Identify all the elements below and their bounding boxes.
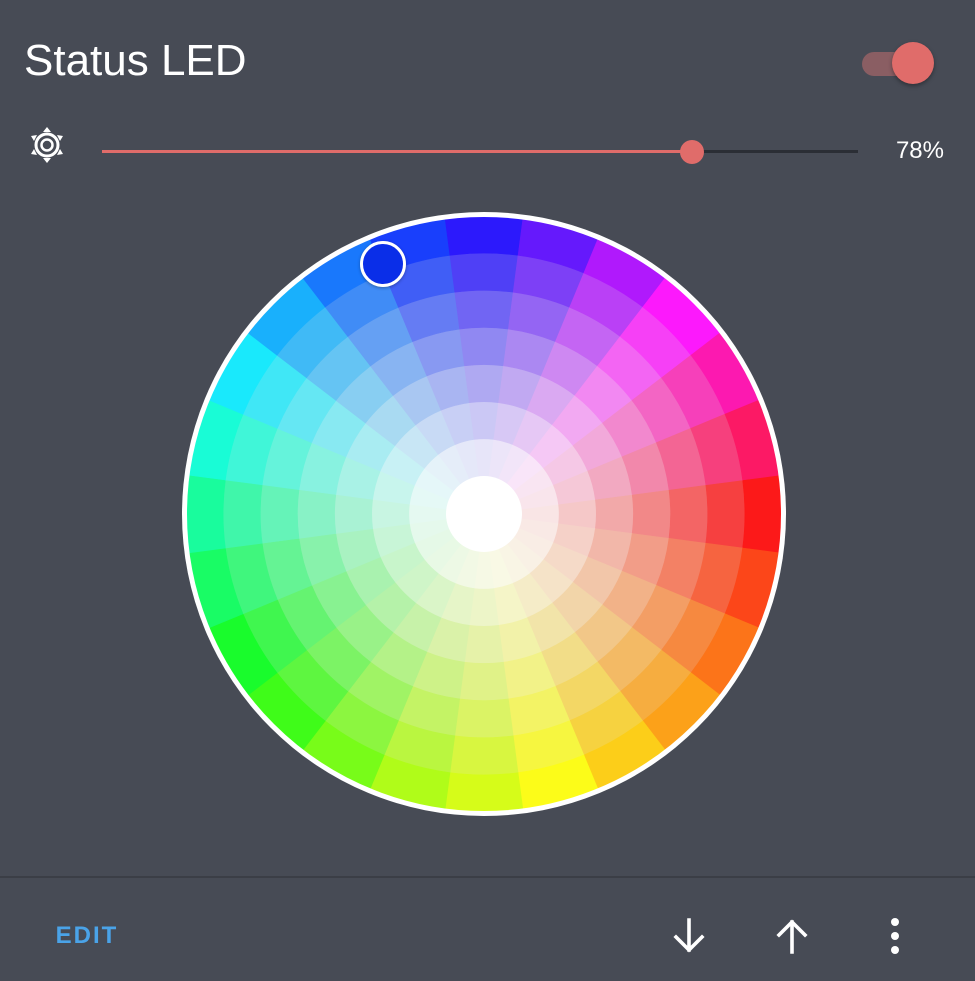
more-vert-icon[interactable] xyxy=(871,912,919,960)
color-wheel-segment[interactable] xyxy=(454,290,514,330)
color-wheel-segment[interactable] xyxy=(444,772,524,813)
slider-thumb[interactable] xyxy=(679,140,704,164)
color-wheel-segment[interactable] xyxy=(464,364,504,404)
color-wheel-segment[interactable] xyxy=(297,489,337,539)
color-wheel-marker[interactable] xyxy=(359,240,406,287)
card-title: Status LED xyxy=(24,36,247,85)
color-wheel-segment[interactable] xyxy=(668,484,708,544)
color-wheel-segment[interactable] xyxy=(185,474,226,554)
color-wheel-center[interactable] xyxy=(446,476,522,552)
brightness-icon xyxy=(31,127,63,163)
color-wheel-segment[interactable] xyxy=(449,252,519,293)
color-wheel-segment[interactable] xyxy=(260,484,300,544)
toggle-knob xyxy=(892,42,934,84)
color-wheel-segment[interactable] xyxy=(631,489,671,539)
color-wheel-segment[interactable] xyxy=(449,735,519,776)
edit-button[interactable]: EDIT xyxy=(40,910,134,962)
color-wheel-segment[interactable] xyxy=(454,698,514,738)
arrow-down-icon[interactable] xyxy=(665,912,713,960)
color-wheel-segment[interactable] xyxy=(705,479,746,549)
color-wheel-segment[interactable] xyxy=(464,624,504,664)
color-wheel-segment[interactable] xyxy=(459,327,509,367)
color-wheel-segment[interactable] xyxy=(222,479,263,549)
color-wheel-segment[interactable] xyxy=(459,661,509,701)
color-wheel-segment[interactable] xyxy=(742,474,783,554)
slider-fill xyxy=(102,150,692,153)
brightness-value: 78% xyxy=(895,137,944,164)
color-wheel-segment[interactable] xyxy=(594,494,634,534)
color-wheel-graphic[interactable] xyxy=(178,208,790,820)
color-wheel-segment[interactable] xyxy=(444,215,524,256)
light-card: Status LED 78% EDIT xyxy=(0,0,975,981)
brightness-slider[interactable] xyxy=(102,134,858,170)
power-toggle[interactable] xyxy=(860,42,934,84)
color-wheel[interactable] xyxy=(178,208,790,820)
card-divider xyxy=(0,876,975,878)
color-wheel-segment[interactable] xyxy=(334,494,374,534)
arrow-up-icon[interactable] xyxy=(768,912,816,960)
